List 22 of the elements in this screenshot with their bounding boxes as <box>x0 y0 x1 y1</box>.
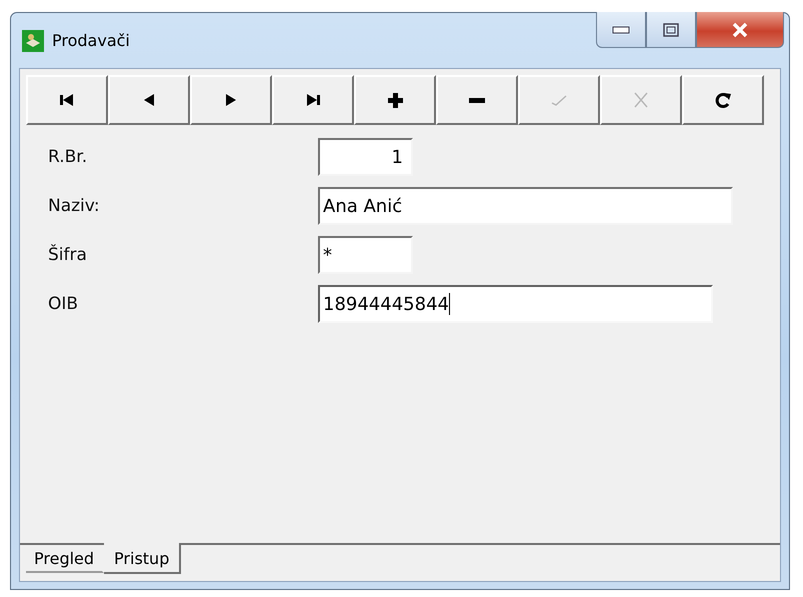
tab[interactable]: Pristup <box>104 543 182 574</box>
field-label: Šifra <box>48 245 88 265</box>
app-icon <box>22 30 44 52</box>
field-label: OIB <box>48 294 80 314</box>
window-title: Prodavači <box>52 31 131 50</box>
maximize-icon <box>663 22 679 36</box>
input-field[interactable]: * <box>318 236 413 274</box>
minus-icon <box>469 98 485 102</box>
input-field[interactable]: Ana Anić <box>318 187 733 225</box>
toolbar-button[interactable] <box>272 75 354 125</box>
minimize-button[interactable] <box>596 12 646 48</box>
field-label: R.Br. <box>48 147 88 167</box>
maximize-button[interactable] <box>646 12 696 48</box>
close-icon <box>731 22 749 38</box>
toolbar-button[interactable] <box>26 75 108 125</box>
input-field[interactable]: 1 <box>318 138 413 176</box>
close-button[interactable] <box>696 12 784 48</box>
field-label: Naziv: <box>48 196 101 216</box>
input-field[interactable]: 18944445844 <box>318 285 713 323</box>
toolbar-button[interactable] <box>354 75 436 125</box>
toolbar-button[interactable] <box>682 75 764 125</box>
minimize-icon <box>612 26 630 34</box>
